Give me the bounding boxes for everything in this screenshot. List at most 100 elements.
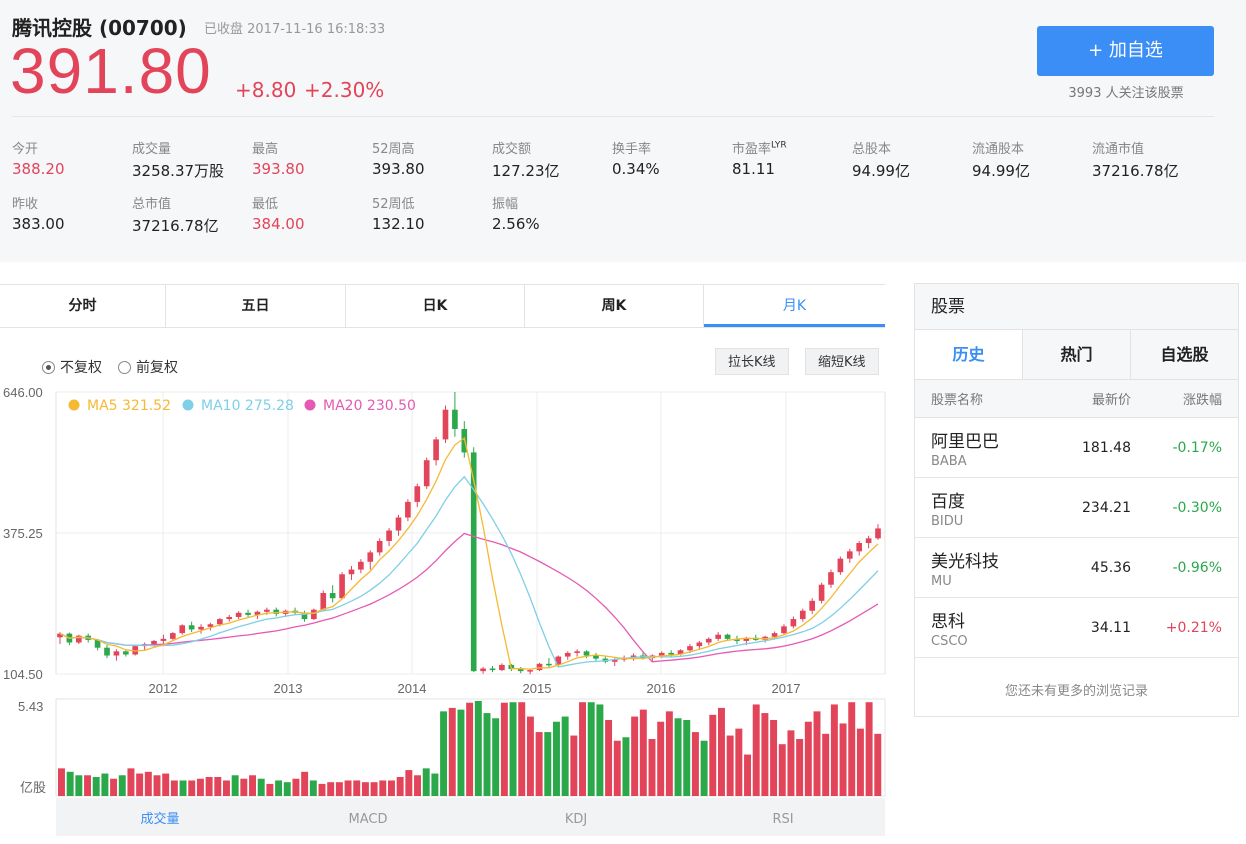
volume-bar (466, 702, 474, 796)
volume-bar (691, 732, 699, 796)
volume-bar (353, 780, 361, 796)
volume-bar (101, 773, 109, 796)
price-change: +8.80 (235, 78, 297, 102)
candle-body (856, 543, 863, 552)
volume-bar (214, 777, 222, 796)
stat-label: 52周高 (372, 142, 415, 157)
volume-bar (75, 775, 83, 796)
tab-weekly-k[interactable]: 周K (525, 285, 704, 327)
x-tick-label: 2015 (523, 681, 552, 696)
volume-bar (110, 778, 118, 796)
legend-entry: MA5 321.52 (87, 398, 171, 414)
kline-chart: 2012 2013 2014 2015 2016 2017 646.00 375.25 104.… (3, 385, 886, 836)
volume-bar (361, 782, 369, 796)
stat-value: 2.56% (492, 215, 540, 233)
tab-history[interactable]: 历史 (915, 330, 1022, 379)
radio-selected-icon (42, 360, 55, 374)
volume-bar (275, 780, 283, 796)
volume-bar (283, 782, 291, 796)
stat-value: 81.11 (732, 160, 775, 178)
volume-bar (856, 728, 864, 796)
stat-label: 振幅 (492, 197, 519, 212)
no-more-records: 您还未有更多的浏览记录 (1004, 684, 1148, 699)
tab-watchlist[interactable]: 自选股 (1130, 330, 1238, 379)
legend-entry: MA10 275.28 (201, 398, 294, 414)
list-item[interactable]: 思科 CSCO 34.11 +0.21% (915, 598, 1238, 658)
divider (12, 116, 1214, 117)
candle-body (245, 612, 251, 615)
volume-bar (700, 740, 708, 796)
stat-item: 最高 393.80 (252, 138, 305, 178)
candle-body (442, 409, 449, 440)
add-watchlist-button[interactable]: + 加自选 (1037, 26, 1214, 76)
candle-body (715, 634, 721, 639)
legend-marker (182, 399, 194, 411)
stock-name: 百度 (931, 491, 965, 512)
volume-bar (431, 773, 439, 796)
stock-price: 34.11 (1090, 619, 1131, 636)
indicator-tab-1[interactable]: MACD (349, 812, 388, 827)
volume-bar (196, 778, 204, 796)
shorten-k-button[interactable]: 缩短K线 (805, 348, 879, 375)
stock-price: 234.21 (1082, 499, 1131, 516)
chart-period-tabs: 分时 五日 日K 周K 月K (0, 284, 885, 328)
stat-value: 127.23亿 (492, 162, 560, 180)
candle-body (818, 584, 825, 601)
tab-hot[interactable]: 热门 (1022, 330, 1130, 379)
indicator-tab-2[interactable]: KDJ (565, 812, 587, 827)
volume-bar (787, 730, 795, 796)
radio-no-adjust[interactable]: 不复权 (42, 357, 102, 377)
volume-bar (683, 720, 691, 796)
candle-body (687, 646, 693, 651)
stock-code: BIDU (931, 513, 964, 529)
tab-monthly-k[interactable]: 月K (704, 285, 885, 327)
list-item[interactable]: 阿里巴巴 BABA 181.48 -0.17% (915, 418, 1238, 478)
stat-label: 昨收 (12, 197, 39, 212)
stock-code: BABA (931, 453, 967, 469)
volume-unit-label: 亿股 (20, 781, 46, 796)
stat-value: 393.80 (372, 160, 425, 178)
stat-item: 换手率 0.34% (612, 138, 660, 178)
stock-history-panel: 股票 历史 热门 自选股 股票名称 最新价 涨跌幅 阿里巴巴 BABA 181.48… (914, 283, 1239, 717)
volume-bar (839, 723, 847, 796)
volume-top-label: 5.43 (18, 699, 43, 714)
candle-body (771, 633, 778, 637)
volume-bar (448, 707, 456, 796)
radio-forward-adjust[interactable]: 前复权 (118, 357, 178, 377)
stat-item: 成交额 127.23亿 (492, 138, 560, 181)
volume-bar (162, 773, 170, 796)
stat-value: 384.00 (252, 215, 305, 233)
candle-body (160, 638, 167, 641)
stat-item: 振幅 2.56% (492, 193, 540, 233)
radio-unselected-icon (118, 360, 131, 374)
volume-bar (561, 716, 569, 796)
tab-intraday[interactable]: 分时 (0, 285, 166, 327)
x-tick-label: 2014 (398, 681, 427, 696)
candle-body (583, 651, 590, 656)
volume-bar (58, 768, 65, 796)
candle-body (452, 409, 458, 429)
indicator-tab-3[interactable]: RSI (772, 812, 793, 827)
volume-bar (188, 780, 196, 796)
lengthen-k-button[interactable]: 拉长K线 (715, 348, 789, 375)
candle-body (865, 538, 872, 544)
candle-body (828, 572, 834, 585)
stat-label: 总股本 (852, 142, 892, 157)
volume-bar (865, 702, 873, 796)
candle-body (574, 651, 580, 653)
stat-value: 393.80 (252, 160, 305, 178)
indicator-tab-0[interactable]: 成交量 (140, 811, 179, 827)
volume-bar (761, 713, 769, 796)
panel-title: 股票 (915, 284, 1238, 330)
x-tick-label: 2013 (274, 681, 303, 696)
tab-daily-k[interactable]: 日K (346, 285, 525, 327)
list-item[interactable]: 百度 BIDU 234.21 -0.30% (915, 478, 1238, 538)
volume-bar (770, 720, 778, 796)
tab-five-day[interactable]: 五日 (166, 285, 346, 327)
candle-body (527, 670, 533, 672)
list-item[interactable]: 美光科技 MU 45.36 -0.96% (915, 538, 1238, 598)
volume-bar (136, 773, 144, 796)
volume-bar (405, 770, 413, 796)
stat-value: 37216.78亿 (132, 217, 219, 235)
candle-body (395, 517, 402, 531)
